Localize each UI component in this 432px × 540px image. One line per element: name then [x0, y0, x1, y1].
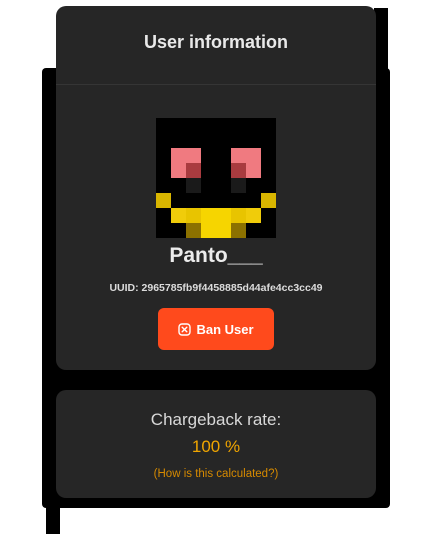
backdrop-edge — [46, 500, 60, 534]
card-header: User information — [56, 6, 376, 85]
close-square-icon — [178, 322, 192, 336]
user-information-card: User information Panto___ UUID: 2965785f… — [56, 6, 376, 370]
avatar-image — [156, 118, 276, 238]
ban-user-label: Ban User — [196, 321, 254, 337]
screen: User information Panto___ UUID: 2965785f… — [0, 0, 432, 540]
ban-user-button[interactable]: Ban User — [158, 308, 274, 350]
chargeback-label: Chargeback rate: — [150, 410, 282, 429]
username: Panto___ — [169, 244, 263, 267]
how-calculated-link[interactable]: (How is this calculated?) — [56, 468, 376, 480]
avatar — [156, 118, 276, 238]
card-title: User information — [143, 31, 289, 52]
chargeback-value: 100 % — [191, 437, 241, 456]
user-uuid: UUID: 2965785fb9f4458885d44afe4cc3cc49 — [109, 282, 323, 294]
chargeback-card: Chargeback rate: 100 % (How is this calc… — [56, 390, 376, 498]
backdrop-edge — [374, 8, 388, 148]
